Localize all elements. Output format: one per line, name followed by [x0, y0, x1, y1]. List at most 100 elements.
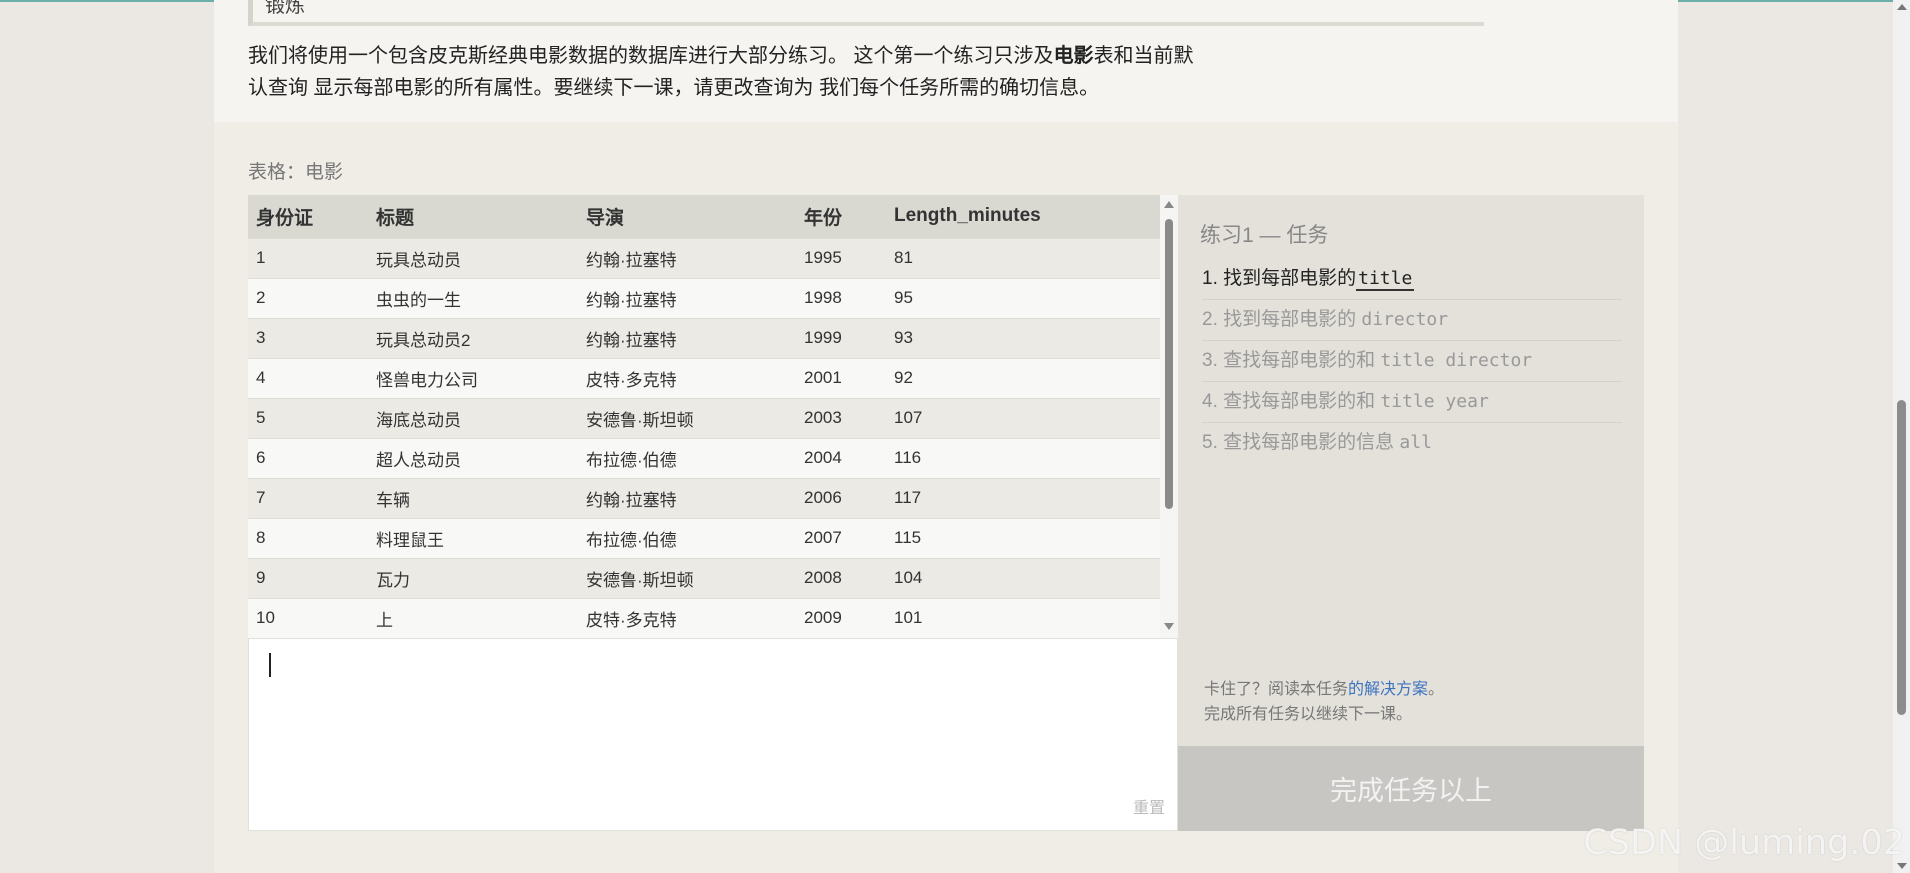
- task-4-code: title year: [1380, 391, 1489, 412]
- cell-id: 10: [248, 597, 368, 638]
- task-4-text: 4. 查找每部电影的和: [1202, 391, 1381, 412]
- task-list: 1. 找到每部电影的 title 2. 找到每部电影的 director 3. 查…: [1202, 259, 1622, 464]
- table-row: 6 超人总动员 布拉德·伯德 2004 116: [248, 437, 1160, 478]
- solution-link[interactable]: 的解决方案: [1348, 681, 1428, 698]
- cell-title: 上: [368, 597, 578, 638]
- table-scrollbar[interactable]: [1160, 195, 1178, 638]
- cell-length-minutes: 95: [886, 277, 1160, 318]
- page-scroll-down-arrow-icon[interactable]: [1897, 863, 1907, 869]
- cell-director: 约翰·拉塞特: [578, 477, 796, 518]
- cell-director: 皮特·多克特: [578, 597, 796, 638]
- hint-post: 。: [1428, 681, 1445, 698]
- cell-id: 2: [248, 277, 368, 318]
- intro-line1-pre: 我们将使用一个包含皮克斯经典电影数据的数据库进行大部分练习。 这个第一个练习只涉…: [248, 45, 1054, 67]
- cell-director: 皮特·多克特: [578, 357, 796, 398]
- table-row: 5 海底总动员 安德鲁·斯坦顿 2003 107: [248, 397, 1160, 438]
- cell-length-minutes: 116: [886, 437, 1160, 478]
- intro-line1-post: 表和当前默: [1093, 45, 1194, 67]
- hint-pre: 卡住了？阅读本任务: [1204, 681, 1349, 698]
- page-scroll-up-arrow-icon[interactable]: [1897, 4, 1907, 10]
- cell-title: 料理鼠王: [368, 517, 578, 558]
- cell-year: 2007: [796, 517, 886, 558]
- results-table: 身份证 标题 导演 年份 Length_minutes 1 玩具总动员 约翰·拉塞特…: [248, 195, 1160, 638]
- cell-length-minutes: 101: [886, 597, 1160, 638]
- cell-director: 约翰·拉塞特: [578, 317, 796, 358]
- table-row: 9 瓦力 安德鲁·斯坦顿 2008 104: [248, 557, 1160, 598]
- cell-id: 7: [248, 477, 368, 518]
- task-1-code: title: [1356, 268, 1415, 291]
- scroll-down-arrow-icon[interactable]: [1164, 623, 1174, 630]
- cell-director: 约翰·拉塞特: [578, 277, 796, 318]
- text-cursor: [269, 653, 271, 677]
- table-row: 3 玩具总动员2 约翰·拉塞特 1999 93: [248, 317, 1160, 358]
- page-scrollbar[interactable]: [1893, 0, 1910, 873]
- header-length-minutes: Length_minutes: [886, 195, 1160, 238]
- cell-id: 8: [248, 517, 368, 558]
- cell-length-minutes: 104: [886, 557, 1160, 598]
- task-item-2: 2. 找到每部电影的 director: [1202, 300, 1622, 341]
- header-director: 导演: [578, 195, 796, 238]
- task-item-4: 4. 查找每部电影的和 title year: [1202, 382, 1622, 423]
- task-item-1: 1. 找到每部电影的 title: [1202, 259, 1622, 300]
- cell-length-minutes: 115: [886, 517, 1160, 558]
- task-5-text: 5. 查找每部电影的信息: [1202, 432, 1400, 453]
- intro-bold-table-name: 电影: [1053, 45, 1094, 67]
- cell-title: 玩具总动员2: [368, 317, 578, 358]
- header-title: 标题: [368, 195, 578, 238]
- cell-title: 虫虫的一生: [368, 277, 578, 318]
- cell-year: 2008: [796, 557, 886, 598]
- intro-line2: 认查询 显示每部电影的所有属性。要继续下一课，请更改查询为 我们每个任务所需的确…: [248, 77, 1100, 99]
- cell-year: 1995: [796, 237, 886, 278]
- cell-id: 4: [248, 357, 368, 398]
- table-caption: 表格：电影: [248, 162, 344, 183]
- cell-year: 2004: [796, 437, 886, 478]
- cell-year: 1998: [796, 277, 886, 318]
- cell-director: 安德鲁·斯坦顿: [578, 397, 796, 438]
- cell-id: 9: [248, 557, 368, 598]
- scroll-up-arrow-icon[interactable]: [1164, 201, 1174, 208]
- task-3-code: title director: [1380, 350, 1533, 371]
- table-row: 7 车辆 约翰·拉塞特 2006 117: [248, 477, 1160, 518]
- table-row: 10 上皮特·多克特 2009 101: [248, 597, 1160, 638]
- reset-button[interactable]: 重置: [1133, 794, 1165, 818]
- cell-id: 5: [248, 397, 368, 438]
- hint-line2: 完成所有任务以继续下一课。: [1204, 706, 1413, 723]
- task-2-text: 2. 找到每部电影的: [1202, 309, 1362, 330]
- exercise-quote: 锻炼: [248, 0, 1484, 26]
- page-scroll-thumb[interactable]: [1897, 400, 1906, 715]
- task-item-3: 3. 查找每部电影的和 title director: [1202, 341, 1622, 382]
- cell-director: 约翰·拉塞特: [578, 237, 796, 278]
- table-row: 2 虫虫的一生 约翰·拉塞特 1998 95: [248, 277, 1160, 318]
- sql-query-editor[interactable]: 重置: [248, 638, 1178, 831]
- task-2-code: director: [1361, 309, 1449, 330]
- cell-title: 超人总动员: [368, 437, 578, 478]
- cell-length-minutes: 107: [886, 397, 1160, 438]
- table-scroll-thumb[interactable]: [1165, 219, 1173, 509]
- task-item-5: 5. 查找每部电影的信息 all: [1202, 423, 1622, 464]
- lesson-page: 锻炼 我们将使用一个包含皮克斯经典电影数据的数据库进行大部分练习。 这个第一个练…: [214, 0, 1678, 873]
- cell-year: 2001: [796, 357, 886, 398]
- table-row: 4 怪兽电力公司 皮特·多克特 2001 92: [248, 357, 1160, 398]
- task-3-text: 3. 查找每部电影的和: [1202, 350, 1381, 371]
- cell-year: 1999: [796, 317, 886, 358]
- table-row: 8 料理鼠王 布拉德·伯德 2007 115: [248, 517, 1160, 558]
- cell-director: 布拉德·伯德: [578, 437, 796, 478]
- cell-length-minutes: 117: [886, 477, 1160, 518]
- cell-id: 6: [248, 437, 368, 478]
- cell-title: 车辆: [368, 477, 578, 518]
- cell-director: 布拉德·伯德: [578, 517, 796, 558]
- cell-title: 怪兽电力公司: [368, 357, 578, 398]
- header-id: 身份证: [248, 195, 368, 238]
- cell-year: 2006: [796, 477, 886, 518]
- cell-title: 海底总动员: [368, 397, 578, 438]
- intro-paragraph: 我们将使用一个包含皮克斯经典电影数据的数据库进行大部分练习。 这个第一个练习只涉…: [248, 40, 1288, 104]
- complete-tasks-button[interactable]: 完成任务以上: [1178, 746, 1644, 831]
- header-year: 年份: [796, 195, 886, 238]
- cell-id: 1: [248, 237, 368, 278]
- results-table-panel[interactable]: 身份证 标题 导演 年份 Length_minutes 1 玩具总动员 约翰·拉塞特…: [248, 195, 1178, 638]
- table-header-row: 身份证 标题 导演 年份 Length_minutes: [248, 195, 1160, 238]
- cell-year: 2003: [796, 397, 886, 438]
- task-1-text: 1. 找到每部电影的: [1202, 268, 1357, 289]
- cell-title: 玩具总动员: [368, 237, 578, 278]
- task-panel-title: 练习1 — 任务: [1200, 224, 1329, 247]
